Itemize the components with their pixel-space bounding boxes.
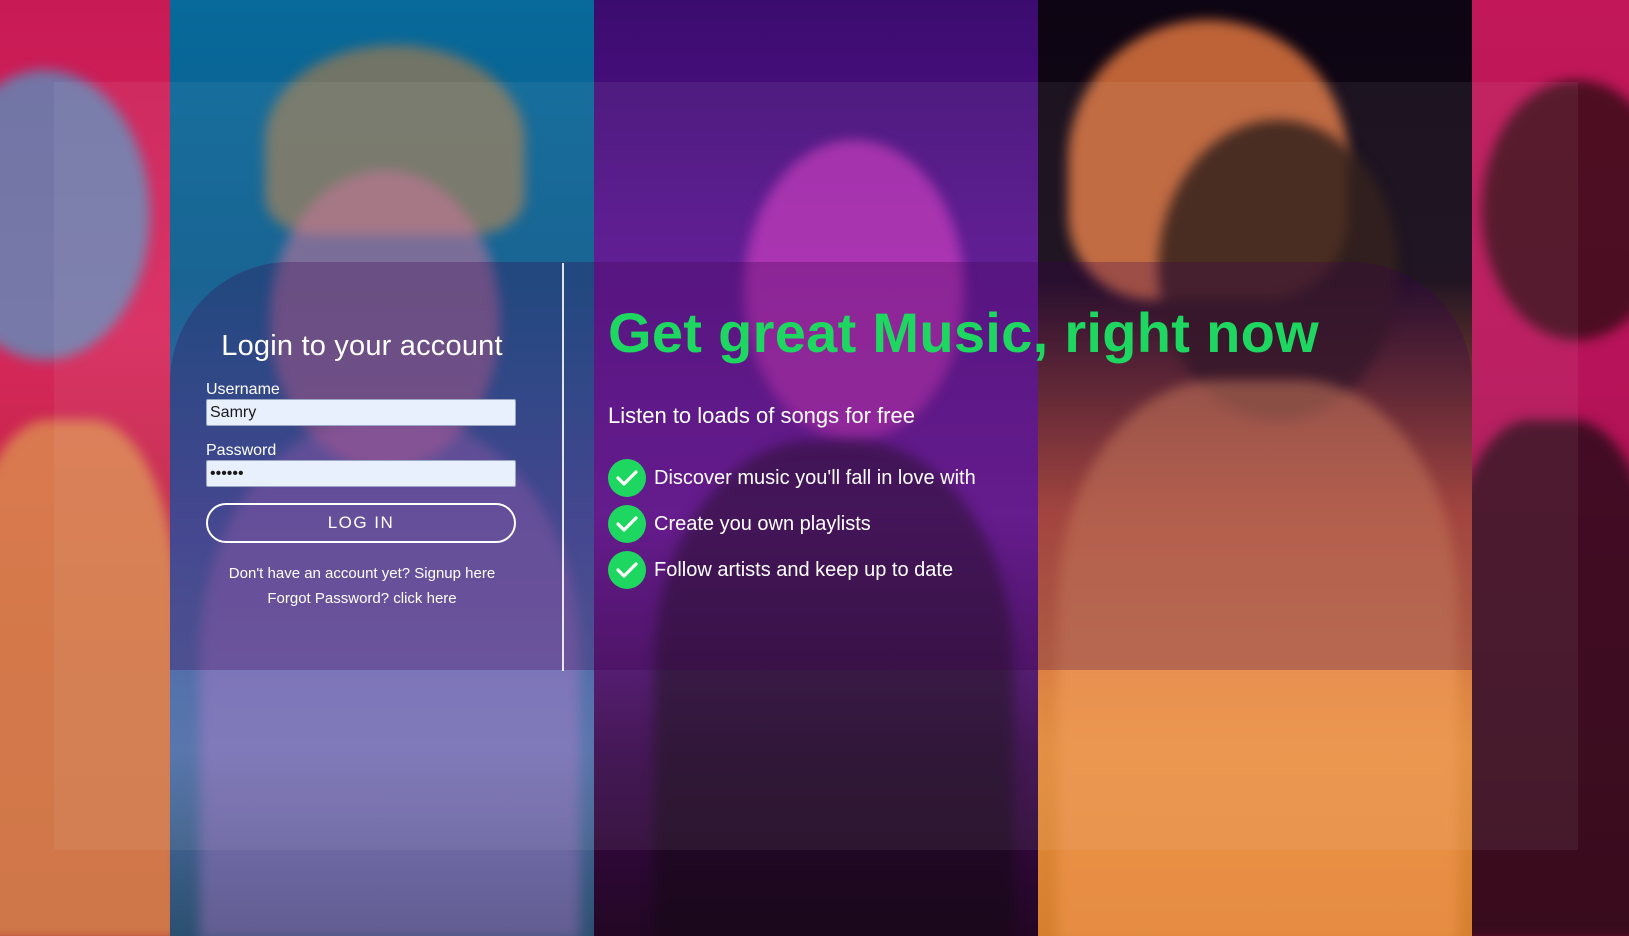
promo-section: Get great Music, right now Listen to loa… [608,300,1319,593]
feature-label: Follow artists and keep up to date [654,558,954,581]
account-links: Don't have an account yet? Signup here F… [206,561,518,611]
feature-label: Create you own playlists [654,512,871,535]
check-circle-icon [608,505,646,543]
check-circle-icon [608,459,646,497]
login-title: Login to your account [221,330,503,362]
username-label: Username [206,381,280,398]
feature-label: Discover music you'll fall in love with [654,466,976,489]
feature-list: Discover music you'll fall in love with … [608,455,1319,593]
signup-link[interactable]: Don't have an account yet? Signup here [229,565,495,582]
feature-item: Discover music you'll fall in love with [608,455,1319,501]
password-input[interactable] [206,460,516,487]
check-circle-icon [608,551,646,589]
forgot-password-link[interactable]: Forgot Password? click here [267,590,456,607]
password-label: Password [206,442,277,459]
feature-item: Follow artists and keep up to date [608,547,1319,593]
username-input[interactable] [206,399,516,426]
feature-item: Create you own playlists [608,501,1319,547]
login-form: Login to your account Username Password … [206,330,518,611]
vertical-divider [562,263,564,671]
promo-subhead: Listen to loads of songs for free [608,403,915,428]
promo-headline: Get great Music, right now [608,301,1319,364]
login-button[interactable]: LOG IN [206,503,516,543]
